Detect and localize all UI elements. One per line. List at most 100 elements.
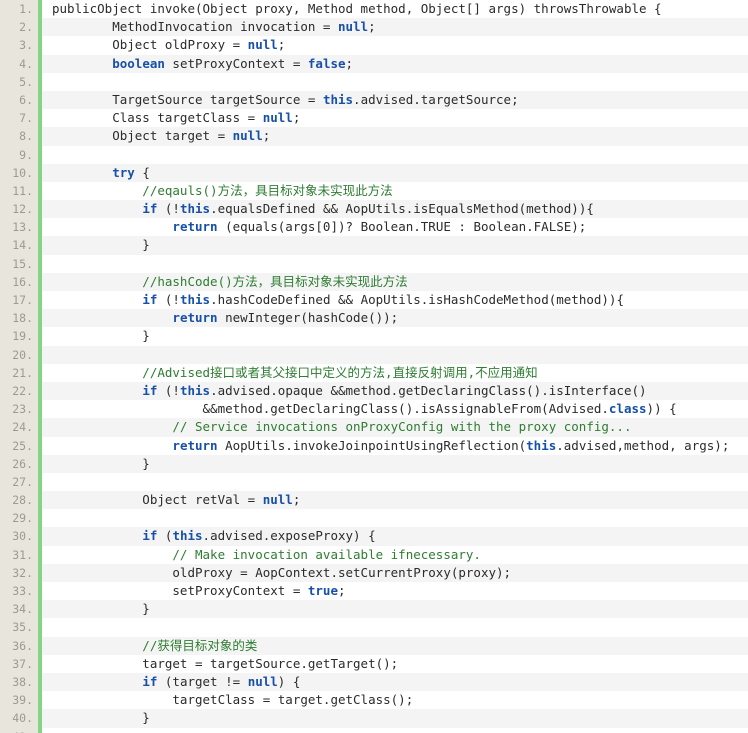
- code-viewer[interactable]: 1. publicObject invoke(Object proxy, Meth…: [0, 0, 748, 733]
- code-line-text[interactable]: boolean setProxyContext = false;: [52, 55, 353, 73]
- code-line[interactable]: 24. // Service invocations onProxyConfig…: [0, 418, 748, 437]
- code-line[interactable]: 19. }: [0, 327, 748, 345]
- code-line-text[interactable]: oldProxy = AopContext.setCurrentProxy(pr…: [52, 564, 511, 582]
- code-token-plain: ;: [292, 110, 301, 126]
- code-token-comment: //eqauls()方法，具目标对象未实现此方法: [52, 182, 393, 198]
- code-token-keyword: this: [179, 382, 211, 398]
- code-token-keyword: null: [262, 492, 293, 508]
- code-line[interactable]: 1. publicObject invoke(Object proxy, Meth…: [0, 0, 748, 18]
- code-line[interactable]: 31. // Make invocation available ifneces…: [0, 546, 748, 564]
- code-line[interactable]: 18. return newInteger(hashCode());: [0, 309, 748, 328]
- code-line[interactable]: 20.: [0, 345, 748, 364]
- code-line[interactable]: 11. //eqauls()方法，具目标对象未实现此方法: [0, 182, 748, 200]
- code-line[interactable]: 9.: [0, 146, 748, 164]
- line-number: 8.: [19, 129, 33, 144]
- code-line[interactable]: 10. try {: [0, 163, 748, 182]
- code-line-text[interactable]: targetClass = target.getClass();: [52, 691, 413, 709]
- code-line[interactable]: 23. &&method.getDeclaringClass().isAssig…: [0, 400, 748, 418]
- code-token-keyword: null: [262, 110, 293, 126]
- code-token-plain: .advised,method, args);: [556, 437, 730, 453]
- code-line[interactable]: 27.: [0, 473, 748, 491]
- code-line-background: [42, 473, 748, 491]
- code-line-text[interactable]: Object retVal = null;: [52, 491, 300, 509]
- code-line[interactable]: 26. }: [0, 454, 748, 473]
- code-line-text[interactable]: Class targetClass = null;: [52, 109, 300, 127]
- code-line-text[interactable]: &&method.getDeclaringClass().isAssignabl…: [52, 400, 677, 418]
- code-line[interactable]: 13. return (equals(args[0])? Boolean.TRU…: [0, 218, 748, 236]
- code-line[interactable]: 29.: [0, 509, 748, 527]
- code-token-keyword: null: [232, 128, 263, 144]
- code-token-keyword: true: [307, 583, 338, 598]
- code-line[interactable]: 21. //Advised接口或者其父接口中定义的方法,直接反射调用,不应用通知: [0, 364, 748, 382]
- code-line[interactable]: 4. boolean setProxyContext = false;: [0, 54, 748, 73]
- code-line-text[interactable]: }: [52, 327, 150, 345]
- code-line[interactable]: 32. oldProxy = AopContext.setCurrentProx…: [0, 563, 748, 582]
- code-line[interactable]: 39. targetClass = target.getClass();: [0, 691, 748, 709]
- code-line-text[interactable]: if (!this.equalsDefined && AopUtils.isEq…: [52, 200, 594, 218]
- code-line-text[interactable]: TargetSource targetSource = this.advised…: [52, 91, 518, 109]
- code-line[interactable]: 38. if (target != null) {: [0, 672, 748, 692]
- line-number: 37.: [12, 656, 33, 671]
- code-token-keyword: this: [526, 437, 557, 453]
- code-line-text[interactable]: return (equals(args[0])? Boolean.TRUE : …: [52, 218, 586, 236]
- code-line[interactable]: 3. Object oldProxy = null;: [0, 36, 748, 54]
- code-line-text[interactable]: //获得目标对象的类: [52, 637, 257, 655]
- code-line-text[interactable]: // Service invocations onProxyConfig wit…: [52, 418, 631, 436]
- code-line[interactable]: 6. TargetSource targetSource = this.advi…: [0, 90, 748, 110]
- code-token-comment: // Make invocation available ifnecessary…: [52, 546, 481, 562]
- code-line[interactable]: 37. target = targetSource.getTarget();: [0, 655, 748, 673]
- line-number: 41.: [0, 728, 33, 733]
- code-line-text[interactable]: //hashCode()方法，具目标对象未实现此方法: [52, 273, 408, 291]
- code-line[interactable]: 28. Object retVal = null;: [0, 491, 748, 510]
- code-line[interactable]: 5.: [0, 73, 748, 91]
- code-line-text[interactable]: MethodInvocation invocation = null;: [52, 18, 375, 36]
- code-line[interactable]: 2. MethodInvocation invocation = null;: [0, 18, 748, 37]
- code-token-plain: (equals(args[0])? Boolean.TRUE : Boolean…: [217, 219, 587, 235]
- code-line[interactable]: 22. if (!this.advised.opaque &&method.ge…: [0, 381, 748, 401]
- code-line-text[interactable]: }: [52, 709, 150, 727]
- code-line[interactable]: 16. //hashCode()方法，具目标对象未实现此方法: [0, 272, 748, 291]
- code-line[interactable]: 14. }: [0, 236, 748, 255]
- code-line-text[interactable]: }: [52, 455, 150, 473]
- code-line[interactable]: 25. return AopUtils.invokeJoinpointUsing…: [0, 437, 748, 455]
- code-line[interactable]: 35.: [0, 618, 748, 636]
- code-line-text[interactable]: target = targetSource.getTarget();: [52, 655, 398, 673]
- code-line[interactable]: 12. if (!this.equalsDefined && AopUtils.…: [0, 200, 748, 219]
- code-line[interactable]: 7. Class targetClass = null;: [0, 109, 748, 127]
- code-line[interactable]: 17. if (!this.hashCodeDefined && AopUtil…: [0, 291, 748, 309]
- code-line-text[interactable]: if (!this.advised.opaque &&method.getDec…: [52, 382, 646, 400]
- code-line-text[interactable]: // Make invocation available ifnecessary…: [52, 546, 481, 564]
- line-number: 18.: [12, 311, 33, 326]
- code-token-keyword: return: [172, 219, 218, 235]
- code-line-text[interactable]: setProxyContext = true;: [52, 582, 345, 600]
- code-line-text[interactable]: }: [52, 236, 150, 254]
- code-line[interactable]: 33. setProxyContext = true;: [0, 582, 748, 600]
- code-line[interactable]: 36. //获得目标对象的类: [0, 636, 748, 655]
- code-line-text[interactable]: Object target = null;: [52, 127, 270, 145]
- code-line-text[interactable]: if (target != null) {: [52, 673, 300, 691]
- code-token-comment: //hashCode()方法，具目标对象未实现此方法: [52, 273, 408, 289]
- code-line[interactable]: 8. Object target = null;: [0, 127, 748, 146]
- code-line-list: 1. publicObject invoke(Object proxy, Meth…: [0, 0, 748, 733]
- code-token-comment: //Advised接口或者其父接口中定义的方法,直接反射调用,不应用通知: [52, 364, 538, 380]
- code-line-text[interactable]: Object oldProxy = null;: [52, 36, 285, 54]
- code-token-plain: (: [157, 528, 173, 544]
- code-line-text[interactable]: if (!this.hashCodeDefined && AopUtils.is…: [52, 291, 624, 309]
- code-line-text[interactable]: publicObject invoke(Object proxy, Method…: [52, 0, 662, 18]
- code-line-text[interactable]: //Advised接口或者其父接口中定义的方法,直接反射调用,不应用通知: [52, 364, 538, 382]
- code-token-plain: .equalsDefined && AopUtils.isEqualsMetho…: [210, 201, 594, 217]
- code-line[interactable]: 41.: [0, 728, 748, 733]
- code-line-text[interactable]: try {: [52, 164, 150, 182]
- code-token-plain: (target !=: [157, 673, 248, 689]
- code-line-text[interactable]: if (this.advised.exposeProxy) {: [52, 527, 375, 545]
- code-line[interactable]: 15.: [0, 255, 748, 273]
- code-line[interactable]: 30. if (this.advised.exposeProxy) {: [0, 527, 748, 546]
- code-line-text[interactable]: return newInteger(hashCode());: [52, 309, 398, 327]
- code-line-text[interactable]: }: [52, 600, 150, 618]
- code-line[interactable]: 40. }: [0, 709, 748, 728]
- code-token-plain: setProxyContext =: [164, 55, 308, 71]
- code-line-text[interactable]: //eqauls()方法，具目标对象未实现此方法: [52, 182, 393, 200]
- code-line-text[interactable]: return AopUtils.invokeJoinpointUsingRefl…: [52, 437, 729, 455]
- code-line[interactable]: 34. }: [0, 600, 748, 619]
